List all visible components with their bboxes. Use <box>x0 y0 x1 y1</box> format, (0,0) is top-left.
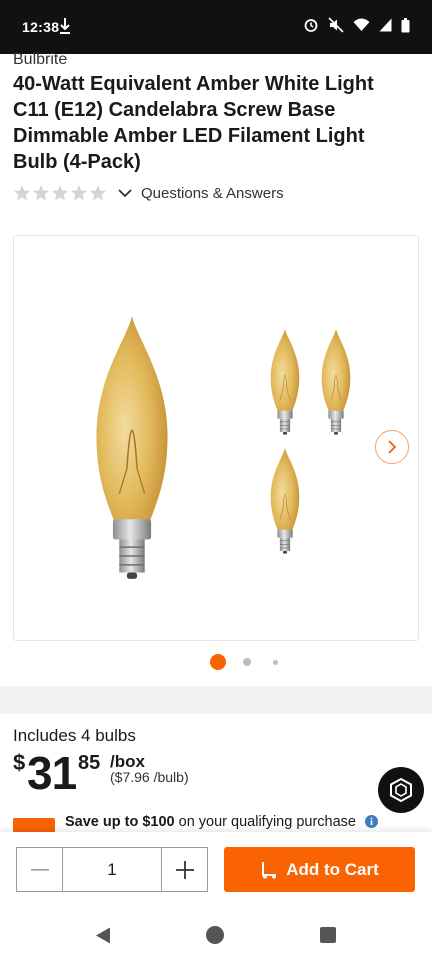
price-cents: 85 <box>78 752 101 774</box>
bulb-small-2 <box>321 328 351 435</box>
includes-text: Includes 4 bulbs <box>13 726 136 745</box>
hexagon-logo-icon <box>390 777 412 803</box>
product-image-gallery[interactable] <box>13 235 419 641</box>
assistant-fab-button[interactable] <box>378 767 424 813</box>
section-divider <box>0 686 432 714</box>
star-icon <box>32 185 50 201</box>
price-currency: $ <box>13 750 26 775</box>
download-icon <box>60 18 70 34</box>
quantity-increase-button[interactable] <box>162 847 208 892</box>
wifi-icon <box>353 18 370 31</box>
rating-row[interactable]: Questions & Answers <box>13 183 284 203</box>
gallery-next-button[interactable] <box>375 430 409 464</box>
status-time: 12:38 <box>22 19 60 35</box>
price-per-bulb: ($7.96 /bulb) <box>110 769 189 785</box>
rating-stars[interactable] <box>13 184 107 202</box>
product-title: 40-Watt Equivalent Amber White Light C11… <box>13 73 374 173</box>
pagination-dot[interactable] <box>243 658 251 666</box>
alarm-icon <box>304 19 318 32</box>
gallery-pagination[interactable] <box>0 654 432 670</box>
cart-bar: Add to Cart <box>0 832 432 910</box>
promo-banner[interactable]: Save up to $100 on your qualifying purch… <box>0 808 432 836</box>
bulb-large <box>95 315 169 580</box>
quantity-decrease-button[interactable] <box>16 847 62 892</box>
plus-icon <box>175 860 194 879</box>
promo-text: Save up to $100 on your qualifying purch… <box>65 814 356 830</box>
add-to-cart-label: Add to Cart <box>286 859 379 879</box>
minus-icon <box>30 868 49 871</box>
star-icon <box>70 185 88 201</box>
promo-bold: Save up to $100 <box>65 814 175 830</box>
quantity-input[interactable] <box>62 847 162 892</box>
chevron-down-icon[interactable] <box>117 185 133 201</box>
add-to-cart-button[interactable]: Add to Cart <box>224 847 415 892</box>
questions-answers-link[interactable]: Questions & Answers <box>141 185 284 202</box>
star-icon <box>13 185 31 201</box>
system-nav-bar <box>0 910 432 960</box>
pagination-dot[interactable] <box>272 659 278 665</box>
bulb-small-1 <box>270 328 300 435</box>
status-bar: 12:38 <box>0 0 432 54</box>
price-dollars: 31 <box>27 747 77 799</box>
cart-dolly-icon <box>262 861 277 878</box>
product-brand[interactable]: Bulbrite <box>13 51 67 69</box>
star-icon <box>51 185 69 201</box>
recents-icon[interactable] <box>320 927 336 943</box>
star-icon <box>89 185 107 201</box>
promo-rest: on your qualifying purchase <box>174 814 356 830</box>
info-icon[interactable] <box>365 815 378 828</box>
back-icon[interactable] <box>95 927 111 944</box>
pagination-dot[interactable] <box>210 654 226 670</box>
mute-icon <box>328 17 344 33</box>
battery-icon <box>401 17 410 32</box>
status-icons <box>303 17 410 33</box>
product-image <box>95 315 351 580</box>
signal-icon <box>379 18 392 32</box>
bulb-small-3 <box>270 447 300 554</box>
home-icon[interactable] <box>206 926 224 944</box>
chevron-right-icon <box>388 440 397 454</box>
